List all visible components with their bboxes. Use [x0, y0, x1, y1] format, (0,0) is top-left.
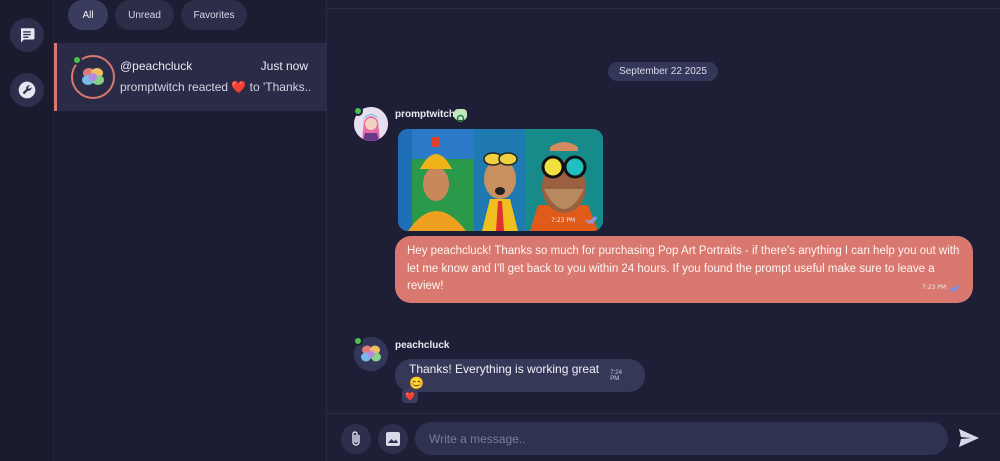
message-bubble: Hey peachcluck! Thanks so much for purch… — [395, 236, 973, 303]
pop-art-portraits-image — [398, 129, 603, 231]
message-text: Hey peachcluck! Thanks so much for purch… — [407, 245, 960, 292]
image-timestamp: 7:23 PM — [551, 217, 576, 224]
image-upload-button[interactable] — [378, 424, 408, 454]
message-timestamp: 7:24 PM — [610, 369, 622, 382]
sender-name: promptwitch — [395, 109, 455, 120]
image-attachment[interactable] — [398, 129, 603, 231]
online-indicator — [72, 55, 82, 65]
wrench-icon — [18, 81, 36, 99]
read-check-icon — [585, 216, 597, 224]
composer — [327, 413, 1000, 461]
message-input[interactable] — [415, 422, 948, 455]
conversation-list: All Unread Favorites @peachcluck Just no… — [54, 0, 327, 461]
message-text: Thanks! Everything is working great 😊 — [409, 361, 600, 390]
chat-icon — [20, 28, 35, 43]
heart-reaction[interactable]: ❤️ — [402, 389, 418, 403]
message-bubble: Thanks! Everything is working great 😊 7:… — [395, 359, 645, 392]
conversation-preview: promptwitch reacted ❤️ to 'Thanks... — [120, 80, 310, 94]
image-icon — [386, 432, 400, 446]
paperclip-icon — [352, 431, 360, 446]
online-indicator — [353, 106, 363, 116]
read-check-icon — [948, 284, 960, 292]
verified-badge — [454, 109, 467, 123]
send-button[interactable] — [957, 427, 983, 451]
chat-panel: September 22 2025 promptwitch 7:23 PM He… — [327, 0, 1000, 461]
tools-nav-button[interactable] — [10, 73, 44, 107]
icon-rail — [0, 0, 54, 461]
conversation-item[interactable]: @peachcluck Just now promptwitch reacted… — [54, 43, 326, 111]
brain-icon — [82, 68, 104, 85]
date-divider: September 22 2025 — [608, 62, 718, 81]
check-icon — [456, 114, 465, 123]
conversation-name: @peachcluck — [120, 59, 193, 73]
message-timestamp: 7:23 PM — [922, 284, 947, 291]
filter-favorites[interactable]: Favorites — [181, 0, 247, 30]
attach-button[interactable] — [341, 424, 371, 454]
send-icon — [959, 429, 979, 447]
conversation-time: Just now — [260, 59, 308, 73]
chat-header — [327, 0, 1000, 9]
reaction-emoji: ❤️ — [405, 391, 415, 401]
chat-nav-button[interactable] — [10, 18, 44, 52]
filter-all[interactable]: All — [68, 0, 108, 30]
online-indicator — [353, 336, 363, 346]
sender-name: peachcluck — [395, 340, 450, 351]
filter-unread[interactable]: Unread — [115, 0, 174, 30]
